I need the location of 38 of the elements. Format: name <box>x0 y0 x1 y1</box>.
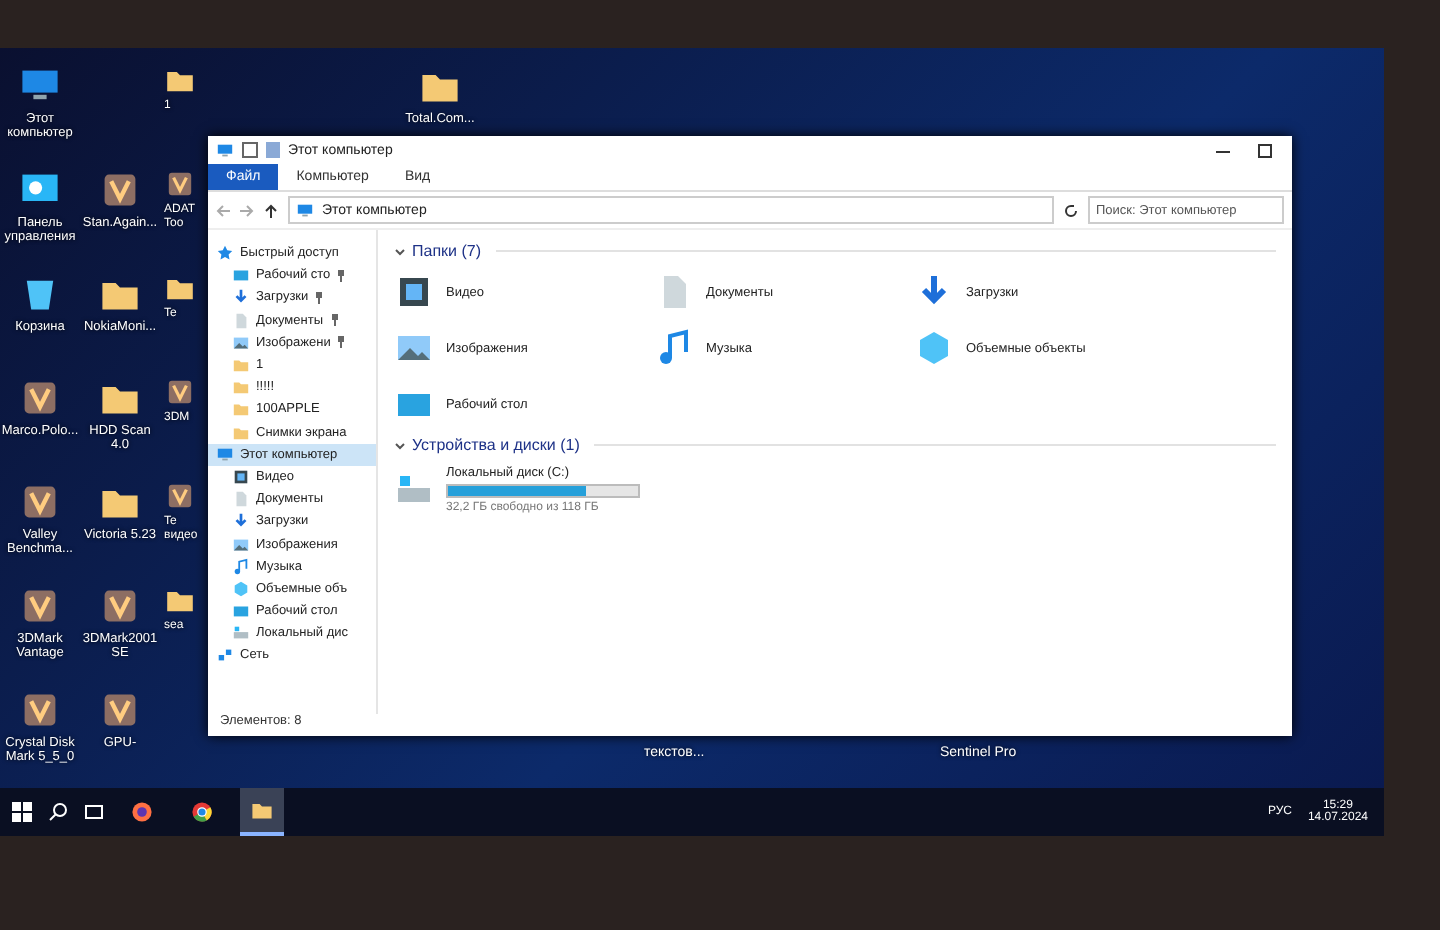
star-icon <box>216 244 234 263</box>
download-icon <box>232 288 250 307</box>
app-icon <box>164 376 196 408</box>
checkbox-icon[interactable] <box>242 142 258 158</box>
taskbar-app-button[interactable] <box>240 788 284 836</box>
cube-icon <box>914 328 954 368</box>
cube-icon <box>232 579 250 598</box>
document-icon <box>232 490 250 509</box>
music-note-icon <box>232 557 250 576</box>
music-note-icon <box>654 328 694 368</box>
section-header[interactable]: Устройства и диски (1) <box>394 436 1276 454</box>
computer-icon <box>296 201 314 219</box>
desktop-folder-icon <box>232 266 250 285</box>
chevron-icon <box>394 245 406 257</box>
download-icon <box>232 512 250 531</box>
refresh-icon[interactable] <box>1064 203 1078 217</box>
section-header[interactable]: Папки (7) <box>394 242 1276 260</box>
desktop-folder-icon <box>232 602 250 621</box>
film-icon <box>394 272 434 312</box>
folder-icon <box>250 798 274 822</box>
chevron-icon <box>394 439 406 451</box>
computer-icon <box>216 141 234 159</box>
up-arrow-icon[interactable] <box>264 203 278 217</box>
app-icon <box>164 168 196 200</box>
windows-logo-icon[interactable] <box>12 802 32 822</box>
document-icon <box>232 311 250 330</box>
pictures-icon <box>232 333 250 352</box>
firefox-icon <box>130 800 154 824</box>
computer-icon <box>216 445 234 464</box>
task-view-icon[interactable] <box>84 802 104 822</box>
film-icon <box>232 467 250 486</box>
search-icon[interactable] <box>48 802 68 822</box>
drive-icon <box>232 624 250 643</box>
maximize-icon[interactable] <box>1258 143 1272 157</box>
app-icon <box>164 480 196 512</box>
network-icon <box>216 646 234 665</box>
chrome-icon <box>190 800 214 824</box>
pictures-icon <box>232 535 250 554</box>
